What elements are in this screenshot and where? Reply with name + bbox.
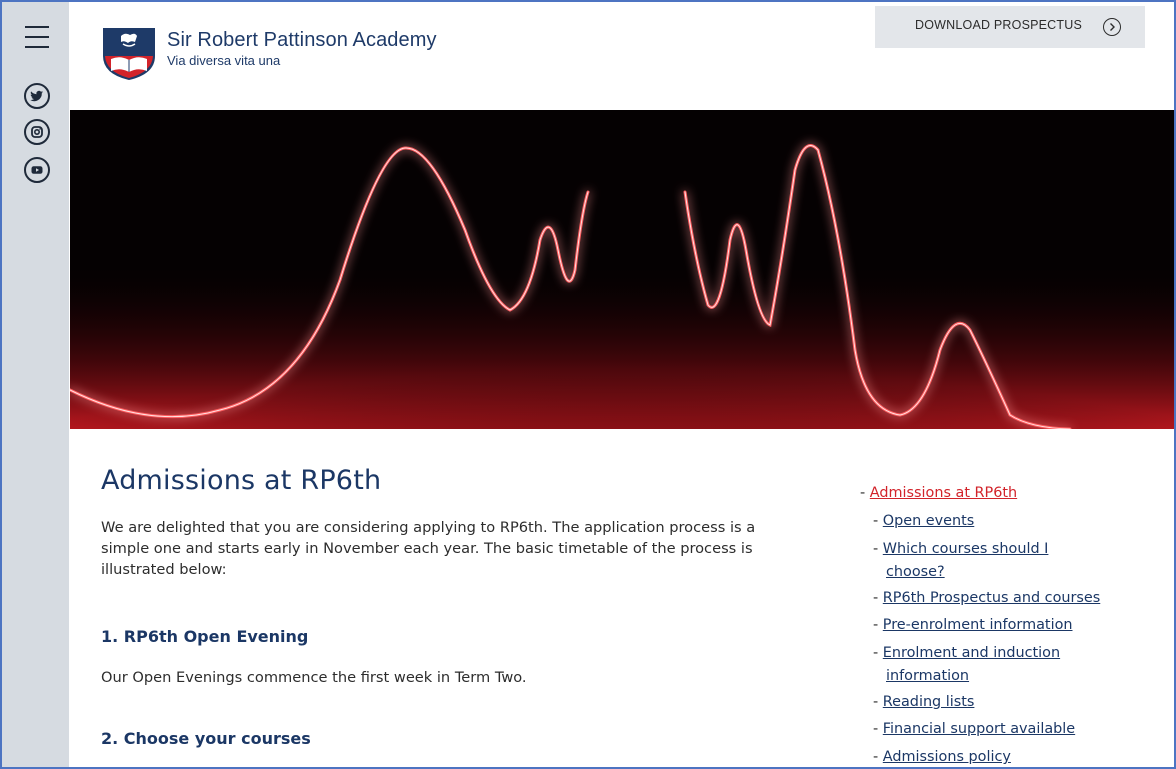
side-nav-item-admissions-policy[interactable]: - Admissions policy — [873, 746, 1011, 767]
browser-frame: Sir Robert Pattinson Academy Via diversa… — [0, 0, 1176, 769]
side-nav-link-reading-lists[interactable]: Reading lists — [883, 694, 975, 710]
school-name[interactable]: Sir Robert Pattinson Academy — [167, 29, 437, 52]
nav-dash: - — [873, 645, 879, 661]
intro-paragraph: We are delighted that you are considerin… — [101, 519, 756, 578]
side-nav-item-reading-lists[interactable]: - Reading lists — [873, 691, 974, 714]
side-nav-item-enrolment[interactable]: - Enrolment and induction information — [873, 642, 1060, 688]
side-nav-link-enrolment-cont[interactable]: information — [886, 668, 969, 684]
twitter-icon[interactable] — [24, 83, 50, 109]
school-motto: Via diversa vita una — [167, 53, 281, 68]
menu-icon[interactable] — [25, 26, 49, 48]
nav-dash: - — [873, 694, 879, 710]
nav-dash: - — [873, 617, 879, 633]
side-nav-link-pre-enrolment[interactable]: Pre-enrolment information — [883, 617, 1073, 633]
side-nav-item-which-courses[interactable]: - Which courses should I choose? — [873, 538, 1048, 584]
side-nav-item-financial-support[interactable]: - Financial support available — [873, 718, 1075, 741]
hero-banner-image — [70, 110, 1174, 429]
section-heading-choose-courses: 2. Choose your courses — [101, 729, 311, 748]
nav-dash: - — [873, 541, 879, 557]
side-nav-item-pre-enrolment[interactable]: - Pre-enrolment information — [873, 614, 1073, 637]
side-nav-link-financial-support[interactable]: Financial support available — [883, 721, 1075, 737]
side-nav-item-admissions[interactable]: - Admissions at RP6th — [860, 482, 1017, 505]
nav-dash: - — [873, 513, 879, 529]
left-sidebar — [2, 2, 69, 767]
side-nav-link-prospectus[interactable]: RP6th Prospectus and courses — [883, 590, 1100, 606]
school-crest-logo[interactable] — [101, 26, 157, 82]
side-nav-link-open-events[interactable]: Open events — [883, 513, 975, 529]
instagram-icon[interactable] — [24, 119, 50, 145]
side-nav-link-admissions-policy[interactable]: Admissions policy — [883, 749, 1011, 765]
side-nav-link-which-courses-cont[interactable]: choose? — [886, 564, 945, 580]
nav-dash: - — [873, 749, 879, 765]
download-prospectus-label: DOWNLOAD PROSPECTUS — [915, 18, 1083, 32]
side-nav-item-open-events[interactable]: - Open events — [873, 510, 974, 533]
side-nav-item-prospectus[interactable]: - RP6th Prospectus and courses — [873, 587, 1100, 610]
nav-dash: - — [873, 721, 879, 737]
side-nav-link-admissions[interactable]: Admissions at RP6th — [870, 485, 1017, 501]
youtube-icon[interactable] — [24, 157, 50, 183]
side-nav-link-enrolment[interactable]: Enrolment and induction — [883, 645, 1060, 661]
chevron-right-icon — [1103, 18, 1121, 36]
page-title: Admissions at RP6th — [101, 465, 382, 496]
nav-dash: - — [860, 485, 866, 501]
side-nav-link-which-courses[interactable]: Which courses should I — [883, 541, 1049, 557]
section-heading-open-evening: 1. RP6th Open Evening — [101, 627, 309, 646]
nav-dash: - — [873, 590, 879, 606]
download-prospectus-button[interactable]: DOWNLOAD PROSPECTUS — [875, 6, 1145, 48]
section-text-open-evening: Our Open Evenings commence the first wee… — [101, 669, 527, 686]
